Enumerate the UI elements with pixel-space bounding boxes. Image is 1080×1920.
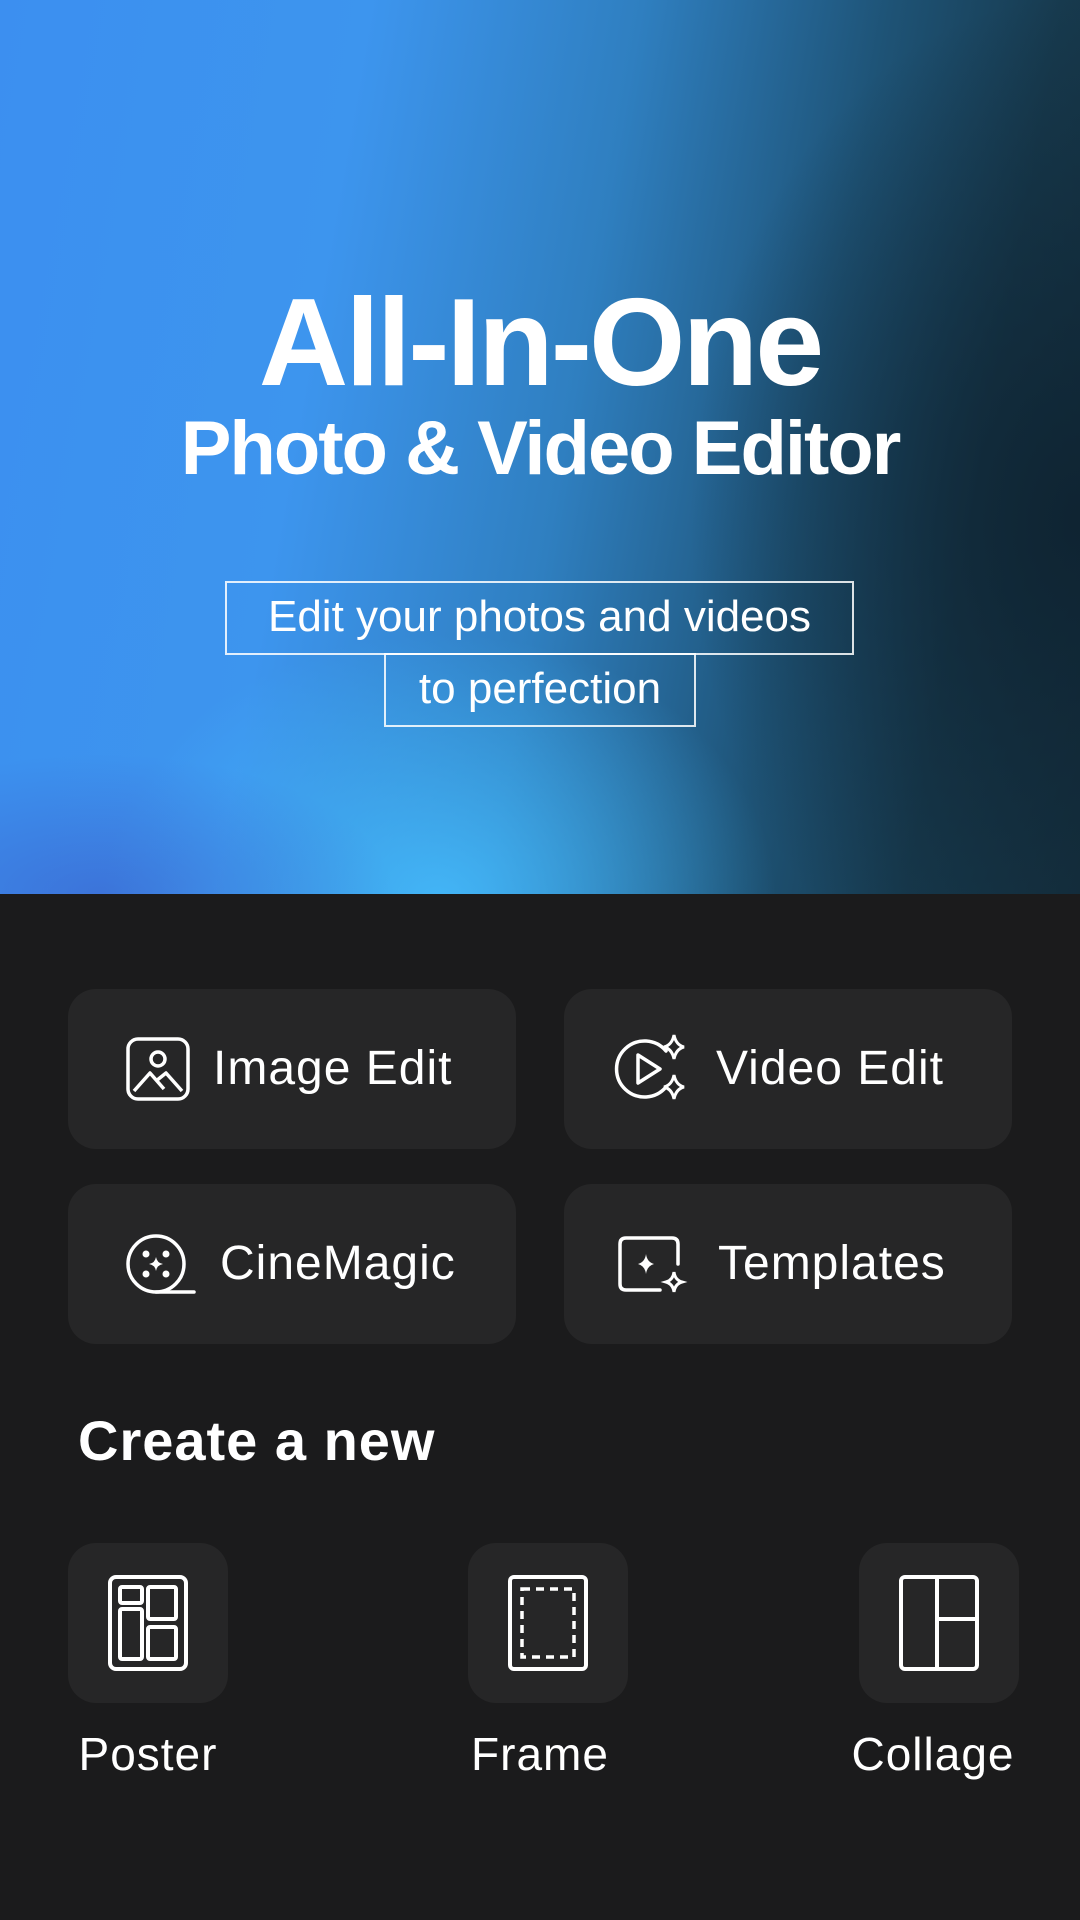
create-poster-button[interactable] bbox=[68, 1543, 228, 1703]
image-edit-button[interactable]: Image Edit bbox=[68, 989, 516, 1149]
poster-label: Poster bbox=[78, 1728, 218, 1780]
video-edit-label: Video Edit bbox=[716, 1042, 944, 1095]
cinemagic-label: CineMagic bbox=[220, 1237, 456, 1290]
collage-label: Collage bbox=[851, 1728, 1015, 1780]
hero-subtitle: Photo & Video Editor bbox=[180, 406, 902, 491]
hero-tagline-line1: Edit your photos and videos bbox=[225, 581, 854, 655]
app-home-screen: All-In-One Photo & Video Editor Edit you… bbox=[0, 0, 1080, 1920]
create-collage-button[interactable] bbox=[859, 1543, 1019, 1703]
collage-grid-icon bbox=[899, 1575, 979, 1671]
poster-layout-icon bbox=[108, 1575, 188, 1671]
video-sparkle-icon bbox=[614, 1034, 685, 1100]
frame-icon bbox=[508, 1575, 588, 1671]
cinemagic-button[interactable]: CineMagic bbox=[68, 1184, 516, 1344]
image-edit-icon bbox=[126, 1037, 190, 1101]
hero-tagline-line2: to perfection bbox=[384, 653, 696, 727]
templates-button[interactable]: Templates bbox=[564, 1184, 1012, 1344]
hero-banner: All-In-One Photo & Video Editor Edit you… bbox=[0, 0, 1080, 894]
create-frame-button[interactable] bbox=[468, 1543, 628, 1703]
video-edit-button[interactable]: Video Edit bbox=[564, 989, 1012, 1149]
frame-label: Frame bbox=[471, 1728, 609, 1780]
templates-label: Templates bbox=[718, 1237, 946, 1290]
hero-title: All-In-One bbox=[258, 274, 824, 412]
image-edit-label: Image Edit bbox=[213, 1042, 453, 1095]
create-section-title: Create a new bbox=[78, 1409, 436, 1472]
template-sparkle-icon bbox=[618, 1236, 688, 1293]
film-reel-icon bbox=[126, 1234, 196, 1294]
